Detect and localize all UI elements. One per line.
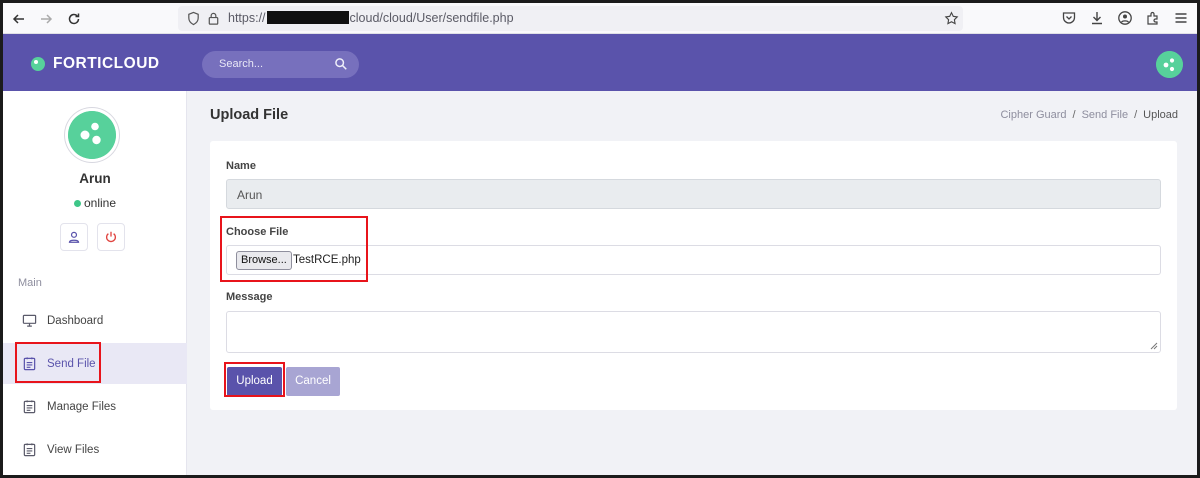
resize-grip-icon[interactable]	[1150, 342, 1158, 350]
forward-icon[interactable]	[36, 9, 56, 29]
app-header: FORTICLOUD Search...	[3, 34, 1197, 91]
breadcrumb-current: Upload	[1143, 109, 1178, 121]
menu-icon[interactable]	[1173, 10, 1189, 26]
sidebar-item-dashboard[interactable]: Dashboard	[3, 300, 187, 341]
brand-logo-icon	[31, 57, 45, 71]
search-icon[interactable]	[334, 57, 348, 71]
upload-button[interactable]: Upload	[227, 367, 282, 396]
breadcrumb-item[interactable]: Cipher Guard	[1000, 109, 1066, 121]
redacted-block	[266, 11, 349, 24]
account-icon[interactable]	[1117, 10, 1133, 26]
profile-name: Arun	[79, 171, 111, 186]
status-indicator: online	[74, 196, 116, 210]
profile-button[interactable]	[60, 223, 88, 251]
page-title: Upload File	[210, 107, 289, 123]
browser-window: https://cloud/cloud/User/sendfile.php FO…	[3, 3, 1197, 475]
sidebar-item-view-files[interactable]: View Files	[3, 429, 187, 470]
download-icon[interactable]	[1089, 10, 1105, 26]
name-field[interactable]: Arun	[226, 179, 1161, 209]
lock-icon[interactable]	[206, 11, 221, 26]
message-textarea[interactable]	[226, 311, 1161, 353]
user-avatar-icon[interactable]	[1156, 51, 1183, 78]
browse-button[interactable]: Browse...	[236, 251, 292, 270]
file-input[interactable]: Browse... TestRCE.php	[226, 245, 1161, 275]
power-icon	[106, 231, 116, 243]
clipboard-icon	[23, 400, 36, 414]
sidebar-item-label: Dashboard	[47, 314, 104, 327]
search-input[interactable]: Search...	[202, 51, 359, 78]
shield-icon[interactable]	[186, 11, 201, 26]
selected-file-name: TestRCE.php	[293, 254, 361, 266]
profile-avatar-icon	[68, 111, 116, 159]
name-label: Name	[226, 160, 256, 172]
reload-icon[interactable]	[64, 9, 84, 29]
browser-toolbar: https://cloud/cloud/User/sendfile.php	[3, 3, 1197, 34]
back-icon[interactable]	[9, 9, 29, 29]
search-placeholder: Search...	[219, 58, 264, 70]
brand-name: FORTICLOUD	[53, 55, 160, 72]
file-label: Choose File	[226, 226, 289, 238]
brand[interactable]: FORTICLOUD	[31, 55, 160, 73]
breadcrumb: Cipher Guard / Send File / Upload	[1000, 109, 1178, 121]
sidebar-item-label: Send File	[47, 357, 96, 370]
extensions-icon[interactable]	[1145, 10, 1161, 26]
sidebar-item-label: View Files	[47, 443, 100, 456]
sidebar-item-manage-files[interactable]: Manage Files	[3, 386, 187, 427]
pocket-icon[interactable]	[1061, 10, 1077, 26]
status-text: online	[84, 196, 117, 210]
logout-button[interactable]	[97, 223, 125, 251]
clipboard-icon	[23, 443, 36, 457]
clipboard-icon	[23, 357, 36, 371]
cancel-button[interactable]: Cancel	[286, 367, 340, 396]
sidebar-item-send-file[interactable]: Send File	[3, 343, 187, 384]
section-label: Main	[18, 277, 42, 289]
bookmark-star-icon[interactable]	[944, 11, 959, 26]
address-bar[interactable]: https://cloud/cloud/User/sendfile.php	[178, 6, 963, 31]
upload-form-card: Name Arun Choose File Browse... TestRCE.…	[210, 141, 1177, 410]
monitor-icon	[22, 314, 37, 327]
breadcrumb-item[interactable]: Send File	[1082, 109, 1128, 121]
user-icon	[68, 231, 80, 243]
url-text: https://cloud/cloud/User/sendfile.php	[228, 11, 514, 25]
online-dot-icon	[74, 199, 81, 207]
sidebar: Arun online Main Dashboard Send File Man…	[3, 91, 187, 475]
message-label: Message	[226, 291, 273, 303]
sidebar-item-label: Manage Files	[47, 400, 117, 413]
